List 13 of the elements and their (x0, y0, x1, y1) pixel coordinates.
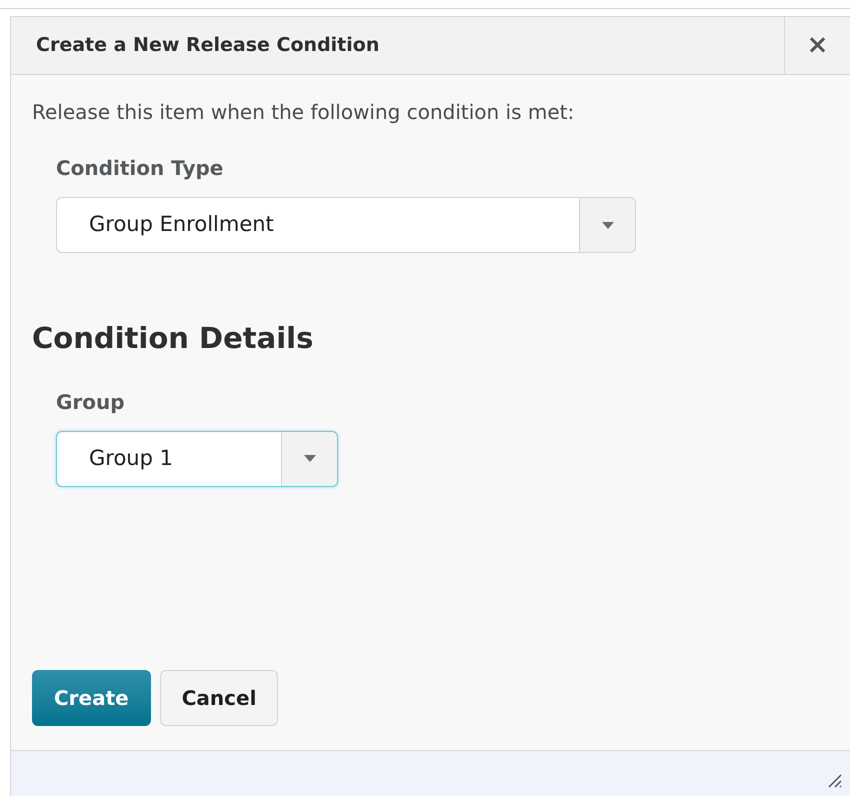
field-label: Group (56, 388, 126, 416)
resize-grip-icon[interactable] (826, 772, 842, 788)
caret-icon (304, 455, 316, 462)
caret-icon (602, 222, 614, 228)
cancel-button[interactable]: Cancel (160, 670, 278, 726)
field-label: Condition Type (56, 155, 224, 182)
section-heading: Condition Details (32, 320, 314, 357)
dropdown-field[interactable]: Group Enrollment (56, 197, 636, 253)
create-button[interactable]: Create (32, 670, 151, 726)
intro-text: Release this item when the following condition is met: (32, 99, 576, 126)
dialog-title: Create a New Release Condition (35, 33, 380, 58)
close-button[interactable]: × (784, 17, 850, 74)
dropdown-field[interactable]: Group 1 (56, 430, 338, 486)
